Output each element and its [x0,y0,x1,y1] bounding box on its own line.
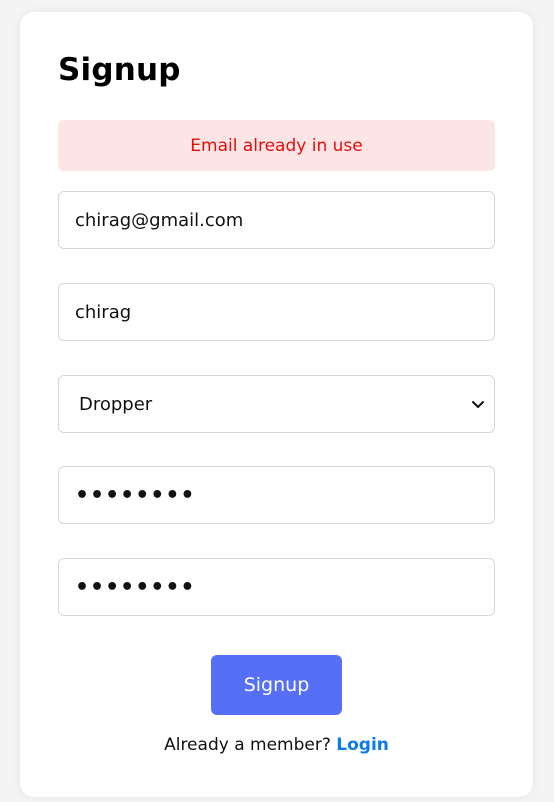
password-field[interactable]: •••••••• [58,466,495,524]
signup-button[interactable]: Signup [211,655,342,715]
name-field[interactable]: chirag [58,283,495,341]
login-prompt: Already a member? Login [20,735,533,755]
signup-button-label: Signup [243,674,310,696]
email-field[interactable]: chirag@gmail.com [58,191,495,249]
role-selected-value: Dropper [79,393,153,415]
confirm-password-value: •••••••• [75,574,196,600]
chevron-down-icon [472,401,484,408]
error-message: Email already in use [190,135,363,156]
role-select[interactable]: Dropper [58,375,495,433]
login-link[interactable]: Login [336,735,389,755]
signup-card: Signup Email already in use chirag@gmail… [20,12,533,797]
confirm-password-field[interactable]: •••••••• [58,558,495,616]
password-value: •••••••• [75,482,196,508]
page-title: Signup [58,52,181,88]
email-value: chirag@gmail.com [75,209,244,231]
login-prompt-text: Already a member? [164,735,331,755]
error-banner: Email already in use [58,120,495,171]
name-value: chirag [75,301,132,323]
